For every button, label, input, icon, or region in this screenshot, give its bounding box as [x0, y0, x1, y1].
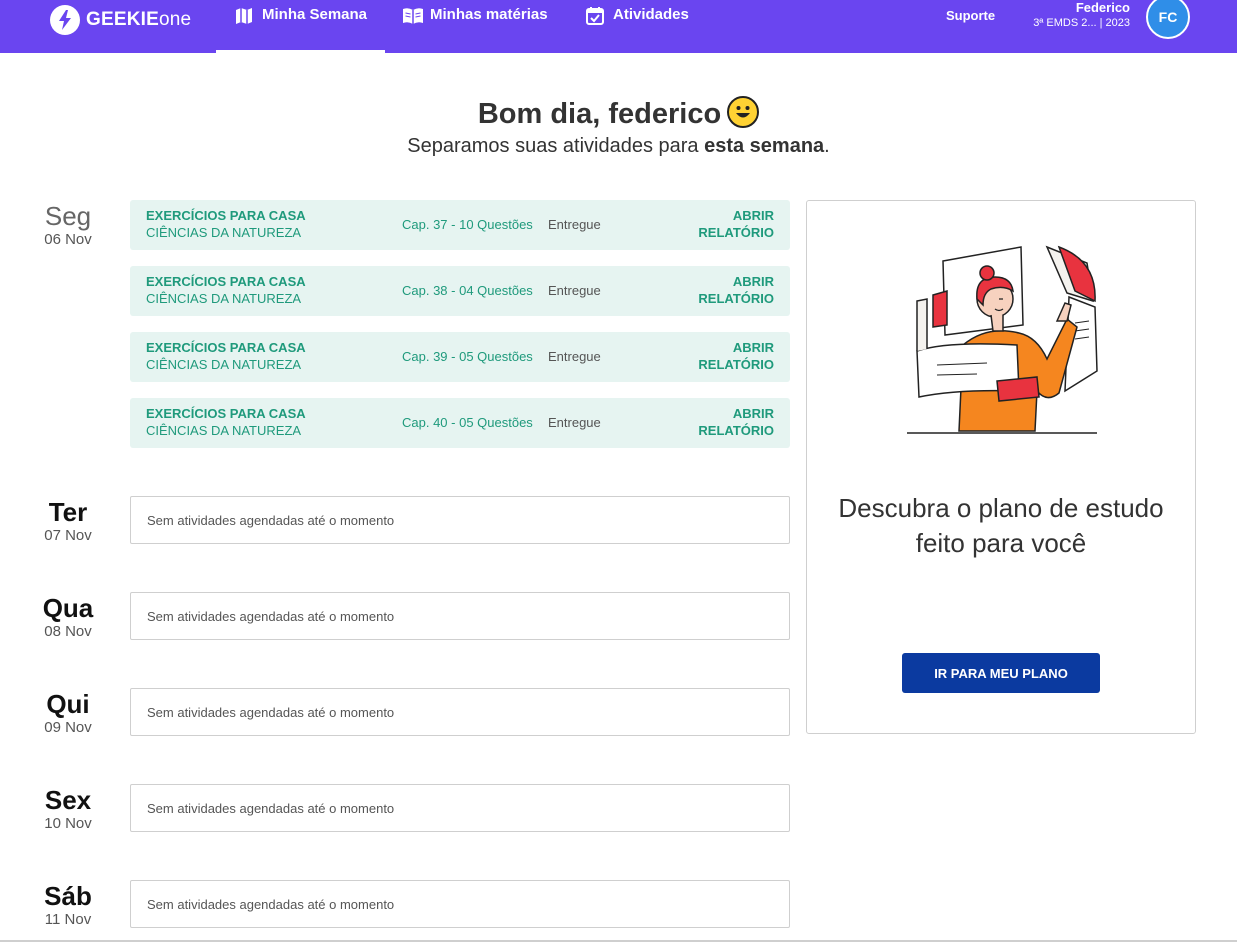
- activity-type: EXERCÍCIOS PARA CASA: [146, 274, 306, 289]
- lightning-icon: [50, 5, 80, 35]
- day-name: Sáb: [44, 881, 92, 911]
- nav-minhas-materias[interactable]: Minhas matérias: [402, 0, 548, 53]
- day-date: 10 Nov: [44, 815, 92, 832]
- empty-message: Sem atividades agendadas até o momento: [147, 897, 395, 912]
- activity-chapter: Cap. 38 - 04 Questões: [402, 283, 533, 298]
- day-name: Seg: [44, 201, 92, 231]
- empty-day-box: Sem atividades agendadas até o momento: [130, 592, 790, 640]
- activity-subject: CIÊNCIAS DA NATUREZA: [146, 357, 302, 372]
- active-tab-indicator: [216, 50, 385, 53]
- nav-atividades[interactable]: Atividades: [585, 0, 689, 53]
- study-plan-title-line1: Descubra o plano de estudo: [838, 493, 1164, 523]
- open-report-link[interactable]: RELATÓRIO: [698, 357, 774, 372]
- logo-wordmark: GEEKIEone: [86, 9, 192, 30]
- open-report-link[interactable]: RELATÓRIO: [698, 291, 774, 306]
- greeting-subtitle: Separamos suas atividades para esta sema…: [0, 135, 1237, 158]
- activity-type: EXERCÍCIOS PARA CASA: [146, 208, 306, 223]
- empty-day-box: Sem atividades agendadas até o momento: [130, 784, 790, 832]
- day-name: Qua: [42, 593, 94, 623]
- empty-day-box: Sem atividades agendadas até o momento: [130, 880, 790, 928]
- day-date: 06 Nov: [44, 231, 92, 248]
- map-icon: [234, 6, 254, 26]
- activity-subject: CIÊNCIAS DA NATUREZA: [146, 423, 302, 438]
- day-name: Ter: [48, 497, 88, 527]
- day-name: Qui: [46, 689, 90, 719]
- activity-card: EXERCÍCIOS PARA CASA CIÊNCIAS DA NATUREZ…: [130, 398, 790, 448]
- day-label-qua: Qua 08 Nov: [28, 593, 108, 640]
- activity-card: EXERCÍCIOS PARA CASA CIÊNCIAS DA NATUREZ…: [130, 200, 790, 250]
- day-label-sex: Sex 10 Nov: [28, 785, 108, 832]
- open-report-link[interactable]: RELATÓRIO: [698, 423, 774, 438]
- open-report-link[interactable]: ABRIR: [733, 208, 774, 223]
- open-report-link[interactable]: ABRIR: [733, 406, 774, 421]
- activity-type: EXERCÍCIOS PARA CASA: [146, 406, 306, 421]
- open-report-link[interactable]: RELATÓRIO: [698, 225, 774, 240]
- subtitle-bold: esta semana: [704, 135, 825, 157]
- user-class: 3ª EMDS 2... | 2023: [1033, 17, 1130, 29]
- day-label-ter: Ter 07 Nov: [28, 497, 108, 544]
- greeting-title: Bom dia, federico: [0, 96, 1237, 131]
- top-navigation-bar: GEEKIEone Minha Semana Minhas matérias A…: [0, 0, 1237, 53]
- empty-message: Sem atividades agendadas até o momento: [147, 705, 395, 720]
- book-icon: [402, 6, 423, 26]
- day-date: 08 Nov: [44, 623, 92, 640]
- activity-subject: CIÊNCIAS DA NATUREZA: [146, 225, 302, 240]
- avatar[interactable]: FC: [1146, 0, 1190, 39]
- activity-status: Entregue: [548, 283, 601, 298]
- day-label-seg: Seg 06 Nov: [28, 201, 108, 248]
- day-name: Sex: [44, 785, 92, 815]
- activity-card: EXERCÍCIOS PARA CASA CIÊNCIAS DA NATUREZ…: [130, 332, 790, 382]
- empty-message: Sem atividades agendadas até o momento: [147, 609, 395, 624]
- go-to-plan-button[interactable]: IR PARA MEU PLANO: [902, 653, 1100, 693]
- open-report-link[interactable]: ABRIR: [733, 274, 774, 289]
- empty-day-box: Sem atividades agendadas até o momento: [130, 688, 790, 736]
- activity-status: Entregue: [548, 349, 601, 364]
- support-link[interactable]: Suporte: [946, 8, 995, 23]
- smiley-icon: [727, 96, 760, 128]
- nav-minha-semana-label: Minha Semana: [262, 6, 368, 23]
- activity-chapter: Cap. 39 - 05 Questões: [402, 349, 533, 364]
- study-plan-illustration: [907, 241, 1107, 441]
- study-plan-title: Descubra o plano de estudo feito para vo…: [807, 491, 1195, 561]
- activity-chapter: Cap. 37 - 10 Questões: [402, 217, 533, 232]
- empty-day-box: Sem atividades agendadas até o momento: [130, 496, 790, 544]
- study-plan-panel: Descubra o plano de estudo feito para vo…: [806, 200, 1196, 734]
- activity-card: EXERCÍCIOS PARA CASA CIÊNCIAS DA NATUREZ…: [130, 266, 790, 316]
- open-report-link[interactable]: ABRIR: [733, 340, 774, 355]
- activity-subject: CIÊNCIAS DA NATUREZA: [146, 291, 302, 306]
- activity-chapter: Cap. 40 - 05 Questões: [402, 415, 533, 430]
- day-date: 11 Nov: [44, 911, 92, 928]
- nav-atividades-label: Atividades: [613, 6, 689, 23]
- activity-type: EXERCÍCIOS PARA CASA: [146, 340, 306, 355]
- geekie-one-logo[interactable]: GEEKIEone: [50, 5, 192, 35]
- nav-minhas-materias-label: Minhas matérias: [430, 6, 548, 23]
- empty-message: Sem atividades agendadas até o momento: [147, 801, 395, 816]
- greeting-text: Bom dia, federico: [477, 98, 722, 130]
- calendar-check-icon: [585, 6, 605, 26]
- study-plan-title-line2: feito para você: [915, 528, 1087, 558]
- subtitle-suffix: .: [824, 135, 830, 157]
- day-date: 07 Nov: [44, 527, 92, 544]
- user-name: Federico: [1075, 0, 1130, 15]
- day-label-sab: Sáb 11 Nov: [28, 881, 108, 928]
- day-label-qui: Qui 09 Nov: [28, 689, 108, 736]
- subtitle-prefix: Separamos suas atividades para: [407, 135, 705, 157]
- empty-message: Sem atividades agendadas até o momento: [147, 513, 395, 528]
- activity-status: Entregue: [548, 217, 601, 232]
- day-date: 09 Nov: [44, 719, 92, 736]
- activity-status: Entregue: [548, 415, 601, 430]
- nav-minha-semana[interactable]: Minha Semana: [234, 0, 367, 53]
